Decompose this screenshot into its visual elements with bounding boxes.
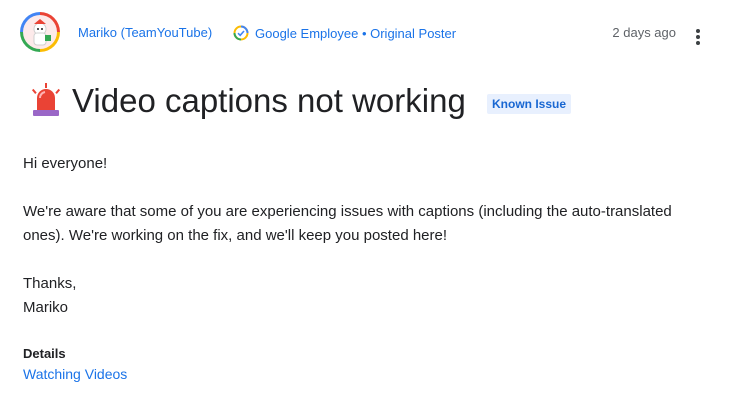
details-heading: Details [23, 346, 66, 361]
status-badge: Known Issue [487, 94, 572, 114]
signoff-line: Thanks, [23, 275, 77, 292]
more-vert-icon [686, 24, 710, 45]
badge-label: Google Employee • Original Poster [255, 26, 457, 41]
siren-icon [31, 83, 61, 116]
employee-badge: Google Employee • Original Poster [233, 25, 456, 41]
author-name-link[interactable]: Mariko (TeamYouTube) [78, 25, 212, 40]
signoff-name: Mariko [23, 299, 69, 316]
avatar-icon [23, 15, 57, 49]
greeting-text: Hi everyone! [23, 155, 108, 172]
verified-check-icon [233, 25, 249, 41]
details-category-link[interactable]: Watching Videos [23, 366, 127, 382]
post-timestamp: 2 days ago [612, 25, 676, 40]
post-header: Mariko (TeamYouTube) Google Employee • O… [20, 12, 720, 56]
title-row: Video captions not working Known Issue [20, 78, 720, 126]
body-paragraph: We're aware that some of you are experie… [23, 203, 672, 244]
more-options-button[interactable] [686, 24, 710, 48]
page-title: Video captions not working [72, 82, 466, 119]
avatar[interactable] [20, 12, 60, 52]
post-body: Hi everyone! We're aware that some of yo… [23, 152, 703, 320]
